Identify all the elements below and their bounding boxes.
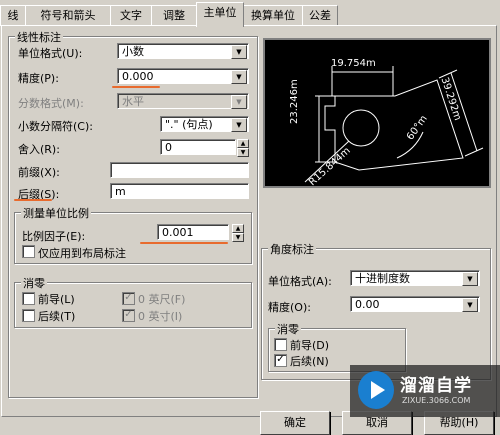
- round-off-input[interactable]: 0: [160, 139, 236, 155]
- layout-only-checkbox[interactable]: [22, 245, 35, 258]
- tab-text[interactable]: 文字: [110, 5, 152, 26]
- angular-leading-zero-label: 前导(D): [290, 339, 330, 352]
- chevron-down-icon[interactable]: ▼: [462, 272, 478, 286]
- trailing-zero-checkbox[interactable]: [22, 309, 35, 322]
- watermark-url: ZIXUE.3066.COM: [402, 396, 471, 405]
- round-off-value: 0: [165, 141, 172, 154]
- measurement-scale-title: 测量单位比例: [21, 205, 91, 221]
- fraction-format-value: 水平: [122, 95, 144, 108]
- angular-precision-value: 0.00: [355, 298, 380, 311]
- tab-primary-units[interactable]: 主单位: [196, 2, 244, 27]
- angular-unit-format-label: 单位格式(A):: [268, 275, 332, 288]
- unit-format-select[interactable]: 小数 ▼: [117, 43, 249, 59]
- suffix-input[interactable]: m: [110, 183, 249, 199]
- red-annotation-underline: [140, 242, 228, 244]
- red-annotation-underline: [112, 86, 160, 88]
- chevron-down-icon[interactable]: ▼: [231, 70, 247, 84]
- watermark-title: 溜溜自学: [400, 376, 472, 396]
- tab-strip: 线 符号和箭头 文字 调整 主单位 换算单位 公差: [0, 0, 500, 27]
- decimal-separator-select[interactable]: "." (句点) ▼: [160, 116, 249, 132]
- red-annotation-underline: [14, 199, 52, 201]
- angular-precision-label: 精度(O):: [268, 301, 311, 314]
- precision-value: 0.000: [122, 70, 154, 83]
- angular-trailing-zero-checkbox[interactable]: ✓: [274, 354, 287, 367]
- chevron-down-icon: ▼: [231, 95, 247, 109]
- angular-leading-zero-checkbox[interactable]: [274, 338, 287, 351]
- spin-down-icon[interactable]: ▼: [232, 233, 244, 242]
- watermark: 溜溜自学 ZIXUE.3066.COM: [350, 365, 500, 417]
- inches-zero-checkbox: ✓: [122, 309, 135, 322]
- scale-factor-value: 0.001: [162, 226, 194, 239]
- ok-button[interactable]: 确定: [260, 411, 330, 435]
- angular-unit-format-select[interactable]: 十进制度数 ▼: [350, 270, 480, 286]
- fraction-format-label: 分数格式(M):: [18, 97, 84, 110]
- spin-up-icon[interactable]: ▲: [237, 139, 249, 148]
- tab-symbols-arrows[interactable]: 符号和箭头: [25, 5, 111, 26]
- play-logo-icon: [358, 371, 394, 409]
- precision-label: 精度(P):: [18, 72, 59, 85]
- preview-dim-left: 23.246m: [289, 79, 300, 124]
- scale-factor-label: 比例因子(E):: [22, 230, 86, 243]
- tab-alternate-units[interactable]: 换算单位: [243, 5, 303, 26]
- angular-trailing-zero-label: 后续(N): [290, 355, 329, 368]
- spin-down-icon[interactable]: ▼: [237, 148, 249, 157]
- prefix-input[interactable]: [110, 162, 249, 178]
- chevron-down-icon[interactable]: ▼: [231, 45, 247, 59]
- tab-fit[interactable]: 调整: [151, 5, 197, 26]
- suffix-value: m: [115, 185, 126, 198]
- precision-select[interactable]: 0.000 ▼: [117, 68, 249, 84]
- trailing-zero-label: 后续(T): [38, 310, 76, 323]
- tab-lines[interactable]: 线: [0, 5, 26, 26]
- dimension-preview: 19.754m 23.246m 39.292m 60°m R15.844m: [263, 38, 491, 188]
- fraction-format-select: 水平 ▼: [117, 93, 249, 109]
- decimal-separator-label: 小数分隔符(C):: [18, 120, 93, 133]
- angular-unit-format-value: 十进制度数: [355, 272, 410, 285]
- linear-dimensions-title: 线性标注: [15, 29, 63, 45]
- prefix-label: 前缀(X):: [18, 166, 60, 179]
- round-off-label: 舍入(R):: [18, 143, 60, 156]
- chevron-down-icon[interactable]: ▼: [231, 118, 247, 132]
- scale-factor-input[interactable]: 0.001: [157, 224, 229, 240]
- feet-zero-label: 0 英尺(F): [138, 293, 186, 306]
- unit-format-label: 单位格式(U):: [18, 47, 83, 60]
- decimal-separator-value: "." (句点): [165, 118, 213, 131]
- feet-zero-checkbox: ✓: [122, 292, 135, 305]
- angular-precision-select[interactable]: 0.00 ▼: [350, 296, 480, 312]
- unit-format-value: 小数: [122, 45, 144, 58]
- preview-dim-top: 19.754m: [331, 58, 376, 69]
- layout-only-label: 仅应用到布局标注: [38, 247, 126, 260]
- angular-dimensions-title: 角度标注: [268, 241, 316, 257]
- inches-zero-label: 0 英寸(I): [138, 310, 183, 323]
- leading-zero-label: 前导(L): [38, 293, 75, 306]
- spin-up-icon[interactable]: ▲: [232, 224, 244, 233]
- leading-zero-checkbox[interactable]: [22, 292, 35, 305]
- zero-suppression-title: 消零: [21, 275, 47, 291]
- chevron-down-icon[interactable]: ▼: [462, 298, 478, 312]
- tab-tolerances[interactable]: 公差: [302, 5, 338, 26]
- angular-zero-suppression-title: 消零: [275, 321, 301, 337]
